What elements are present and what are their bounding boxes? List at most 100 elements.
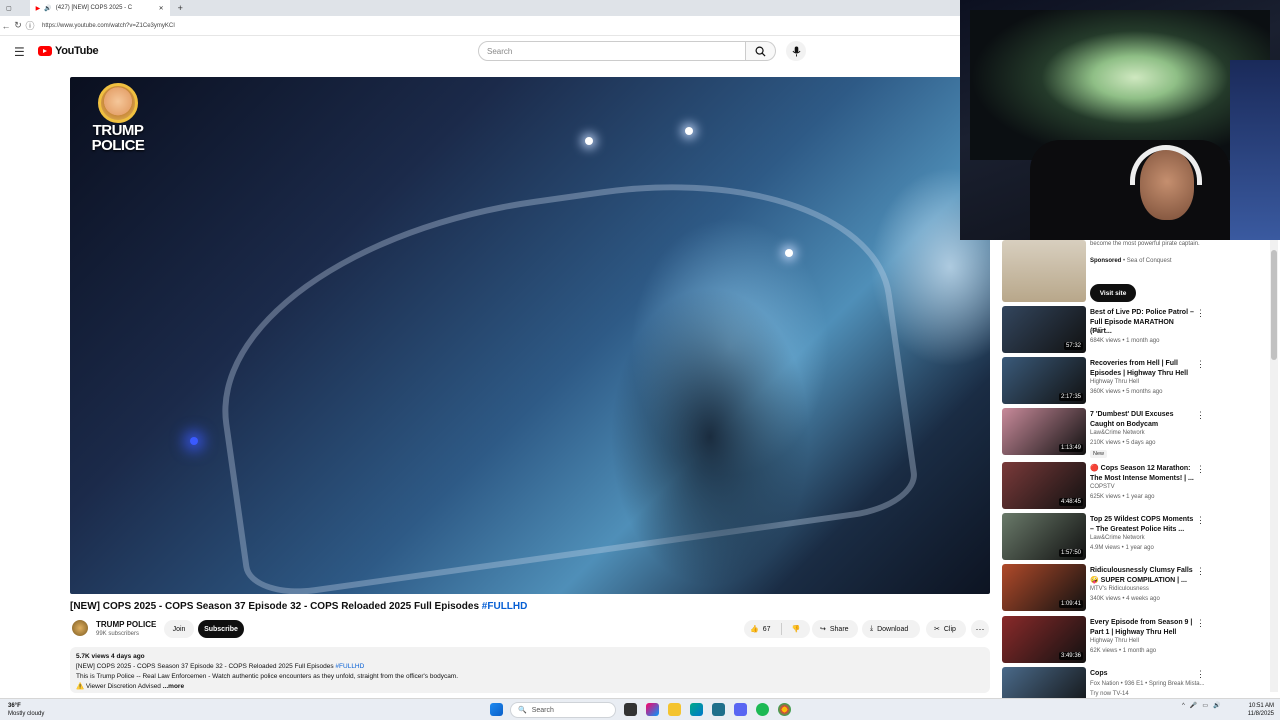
download-button[interactable]: ⤓ Download (862, 620, 920, 638)
spotify-icon[interactable] (756, 703, 769, 716)
description-box[interactable]: 5.7K views 4 days ago [NEW] COPS 2025 - … (70, 647, 990, 693)
volume-icon[interactable]: 🔊 (1213, 702, 1220, 709)
channel-watermark: TRUMP POLICE (82, 83, 154, 163)
more-options-icon[interactable]: ⋮ (1196, 410, 1205, 421)
url-field[interactable]: https://www.youtube.com/watch?v=Z1Ce3ymy… (42, 23, 175, 29)
hamburger-menu-icon[interactable]: ☰ (14, 45, 25, 59)
channel-name[interactable]: COPSTV (1090, 484, 1115, 490)
more-options-icon[interactable]: ⋮ (1196, 359, 1205, 370)
edge-icon[interactable] (690, 703, 703, 716)
voice-search-button[interactable] (786, 41, 806, 61)
chevron-up-icon[interactable]: ^ (1182, 703, 1185, 709)
more-options-icon[interactable]: ⋮ (1196, 669, 1205, 680)
like-dislike-group: 👍 67 👎 (744, 620, 810, 638)
microphone-tray-icon[interactable]: 🎤 (1190, 702, 1197, 709)
watermark-line1: TRUMP (92, 122, 144, 139)
webcam-window (1230, 60, 1280, 240)
more-options-icon[interactable]: ⋮ (1196, 464, 1205, 475)
visit-site-button[interactable]: Visit site (1090, 284, 1136, 302)
chrome-icon[interactable] (778, 703, 791, 716)
audio-icon[interactable]: 🔊 (44, 5, 51, 12)
recommended-video[interactable]: 1:57:50 Top 25 Wildest COPS Moments – The… (1002, 513, 1272, 561)
more-options-icon[interactable]: ⋮ (1196, 618, 1205, 629)
channel-name[interactable]: TRUMP POLICE (96, 620, 156, 629)
video-thumbnail[interactable]: 57:32 (1002, 306, 1086, 353)
recommended-video[interactable]: 3:49:36 Every Episode from Season 9 | Par… (1002, 616, 1272, 664)
subscribe-button[interactable]: Subscribe (198, 620, 244, 638)
recommended-video[interactable]: 57:32 Best of Live PD: Police Patrol – Fu… (1002, 306, 1272, 354)
more-options-icon[interactable]: ⋮ (1196, 566, 1205, 577)
video-thumbnail[interactable]: 3:49:36 (1002, 616, 1086, 663)
advertiser-name: Sea of Conquest (1126, 258, 1172, 264)
video-duration: 2:17:35 (1058, 393, 1083, 401)
browser-tab[interactable]: ▶ 🔊 (427) [NEW] COPS 2025 - C ✕ (29, 0, 170, 16)
scrollbar-thumb[interactable] (1271, 250, 1277, 360)
refresh-icon[interactable]: ↻ (12, 20, 24, 31)
close-tab-icon[interactable]: ✕ (159, 5, 164, 12)
show-more-link[interactable]: ...more (163, 683, 184, 690)
channel-name[interactable]: Fox Nation • 936 E1 • Spring Break Mista… (1090, 681, 1205, 687)
discord-icon[interactable] (734, 703, 747, 716)
like-button[interactable]: 👍 67 (744, 620, 777, 638)
description-title: [NEW] COPS 2025 - COPS Season 37 Episode… (76, 663, 334, 670)
description-hashtag[interactable]: #FULLHD (335, 663, 364, 670)
video-title[interactable]: Best of Live PD: Police Patrol – Full Ep… (1090, 308, 1194, 337)
video-thumbnail[interactable]: 2:17:35 (1002, 357, 1086, 404)
join-button[interactable]: Join (164, 620, 194, 638)
video-thumbnail[interactable]: 4:48:45 (1002, 462, 1086, 509)
more-actions-icon[interactable]: ⋯ (971, 620, 989, 638)
taskbar-search-label: Search (531, 706, 554, 714)
recommended-video[interactable]: 2:17:35 Recoveries from Hell | Full Episo… (1002, 357, 1272, 405)
video-title[interactable]: Recoveries from Hell | Full Episodes | H… (1090, 359, 1194, 378)
thumbs-down-icon: 👎 (791, 626, 801, 633)
recommended-video[interactable]: 1:13:49 7 'Dumbest' DUI Excuses Caught on… (1002, 408, 1272, 458)
video-title[interactable]: Top 25 Wildest COPS Moments – The Greate… (1090, 515, 1194, 534)
channel-name[interactable]: Highway Thru Hell (1090, 638, 1139, 644)
video-title[interactable]: Ridiculousnessly Clumsy Falls 🤪 SUPER CO… (1090, 566, 1194, 585)
search-input[interactable]: Search (478, 41, 746, 61)
browser-menu-icon[interactable]: ▢ (6, 5, 12, 12)
recommended-video[interactable]: 4:48:45 🔴 Cops Season 12 Marathon: The Mo… (1002, 462, 1272, 510)
windows-start-icon[interactable] (490, 703, 503, 716)
channel-name[interactable]: Law&Crime Network (1090, 535, 1145, 541)
video-duration: 1:09:41 (1058, 600, 1083, 608)
more-options-icon[interactable]: ⋮ (1196, 308, 1205, 319)
channel-avatar[interactable] (72, 620, 88, 636)
share-button[interactable]: ↪ Share (812, 620, 858, 638)
task-view-icon[interactable] (624, 703, 637, 716)
new-tab-icon[interactable]: + (178, 3, 183, 13)
sponsored-label: Sponsored (1090, 258, 1122, 264)
channel-name[interactable]: Highway Thru Hell (1090, 379, 1139, 385)
video-title[interactable]: 7 'Dumbest' DUI Excuses Caught on Bodyca… (1090, 410, 1194, 429)
channel-name[interactable]: A&E (1090, 328, 1102, 334)
file-explorer-icon[interactable] (668, 703, 681, 716)
copilot-icon[interactable] (646, 703, 659, 716)
video-title[interactable]: Cops (1090, 669, 1194, 679)
video-thumbnail[interactable]: 1:09:41 (1002, 564, 1086, 611)
taskbar-clock[interactable]: 10:51 AM 11/8/2025 (1242, 702, 1274, 718)
video-title[interactable]: Every Episode from Season 9 | Part 1 | H… (1090, 618, 1194, 637)
video-player[interactable]: TRUMP POLICE (70, 77, 990, 594)
weather-widget[interactable]: 36°F Mostly cloudy (8, 702, 44, 718)
more-options-icon[interactable]: ⋮ (1196, 515, 1205, 526)
video-thumbnail[interactable]: 1:57:50 (1002, 513, 1086, 560)
network-icon[interactable]: ▭ (1202, 702, 1208, 709)
hashtag-link[interactable]: #FULLHD (482, 601, 528, 612)
video-title[interactable]: 🔴 Cops Season 12 Marathon: The Most Inte… (1090, 464, 1194, 483)
dislike-button[interactable]: 👎 (786, 620, 807, 638)
channel-name[interactable]: MTV's Ridiculousness (1090, 586, 1149, 592)
youtube-logo[interactable]: YouTube (38, 45, 99, 57)
recommended-video[interactable]: 1:09:41 Ridiculousnessly Clumsy Falls 🤪 S… (1002, 564, 1272, 612)
app-icon[interactable] (712, 703, 725, 716)
back-icon[interactable]: ← (0, 21, 12, 31)
ad-card[interactable]: become the most powerful pirate captain.… (1002, 240, 1272, 302)
clip-button[interactable]: ✂ Clip (926, 620, 966, 638)
taskbar-search-icon: 🔍 (518, 707, 527, 714)
site-info-icon[interactable]: ⓘ (24, 19, 36, 32)
scrollbar[interactable] (1270, 240, 1278, 692)
ad-thumbnail[interactable] (1002, 240, 1086, 302)
taskbar-search[interactable]: 🔍 Search (510, 702, 616, 718)
channel-name[interactable]: Law&Crime Network (1090, 430, 1145, 436)
video-thumbnail[interactable]: 1:13:49 (1002, 408, 1086, 455)
search-button[interactable] (746, 41, 776, 61)
